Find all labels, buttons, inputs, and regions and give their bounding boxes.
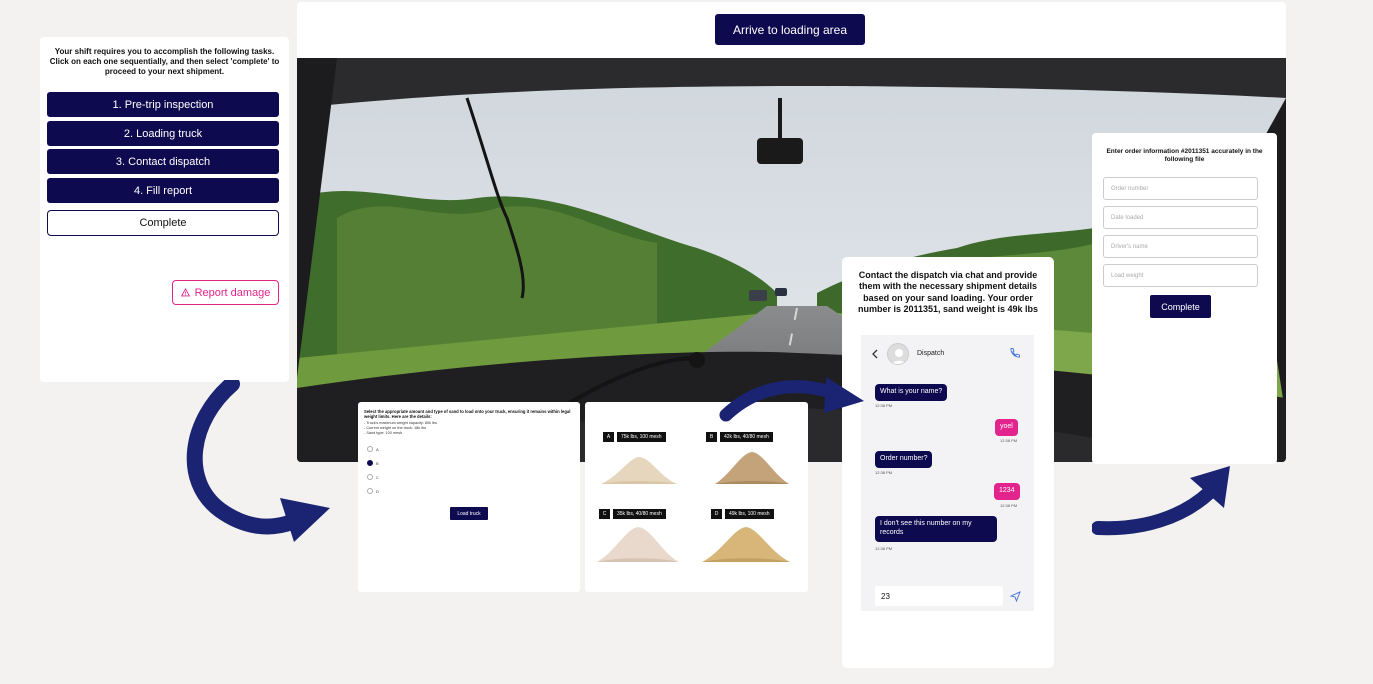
chat-contact-name: Dispatch xyxy=(917,350,945,357)
message-time: 12:38 PM xyxy=(1000,438,1018,443)
task-fill-report-button[interactable]: 4. Fill report xyxy=(47,178,279,203)
radio-option-c[interactable]: C xyxy=(367,474,379,480)
warning-icon xyxy=(180,288,190,297)
radio-option-b[interactable]: B xyxy=(367,460,379,466)
option-letter: B xyxy=(706,432,717,442)
order-form-title: Enter order information #2011351 accurat… xyxy=(1106,148,1263,164)
radio-label: A xyxy=(376,446,379,452)
chat-window: Dispatch What is your name? 12:38 PM yoe… xyxy=(861,335,1034,611)
message-time: 12:38 PM xyxy=(1000,503,1018,508)
chat-message-incoming: Order number? xyxy=(875,451,933,468)
radio-option-a[interactable]: A xyxy=(367,446,379,452)
sand-pile-b-image[interactable] xyxy=(713,450,791,486)
flow-arrow-icon xyxy=(719,377,864,422)
load-truck-button[interactable]: Load truck xyxy=(450,507,488,520)
report-damage-button[interactable]: Report damage xyxy=(172,280,279,305)
option-letter: C xyxy=(599,509,610,519)
option-description: 75k lbs, 100 mesh xyxy=(617,432,666,442)
send-icon[interactable] xyxy=(1010,591,1021,602)
back-chevron-icon[interactable] xyxy=(871,349,879,359)
date-loaded-field[interactable]: Date loaded xyxy=(1103,206,1258,229)
complete-button[interactable]: Complete xyxy=(47,210,279,236)
arrive-to-loading-area-button[interactable]: Arrive to loading area xyxy=(715,14,865,45)
sand-pile-d-image[interactable] xyxy=(700,524,792,564)
radio-button-selected[interactable] xyxy=(367,460,373,466)
radio-label: C xyxy=(376,474,379,480)
phone-icon[interactable] xyxy=(1009,347,1021,359)
sand-detail-line: - Sand type: 100 mesh xyxy=(364,430,403,435)
chat-message-incoming: I don't see this number on my records xyxy=(875,516,997,542)
radio-button[interactable] xyxy=(367,446,373,452)
drivers-name-field[interactable]: Driver's name xyxy=(1103,235,1258,258)
radio-button[interactable] xyxy=(367,488,373,494)
sand-selection-panel: Select the appropriate amount and type o… xyxy=(358,402,580,592)
sand-pile-c-image[interactable] xyxy=(595,524,681,564)
chat-message-input[interactable]: 23 xyxy=(875,586,1003,606)
sand-instructions: Select the appropriate amount and type o… xyxy=(364,409,571,420)
chat-message-incoming: What is your name? xyxy=(875,384,948,401)
radio-button[interactable] xyxy=(367,474,373,480)
option-letter: D xyxy=(711,509,722,519)
flow-arrow-icon xyxy=(1092,466,1230,536)
option-description: 35k lbs, 40/80 mesh xyxy=(613,509,666,519)
option-letter: A xyxy=(603,432,614,442)
order-number-field[interactable]: Order number xyxy=(1103,177,1258,200)
sand-pile-a-image[interactable] xyxy=(599,454,679,486)
message-time: 12:38 PM xyxy=(875,403,893,408)
order-form-panel: Enter order information #2011351 accurat… xyxy=(1092,133,1277,464)
order-complete-button[interactable]: Complete xyxy=(1150,295,1211,318)
sand-option-a-label: A 75k lbs, 100 mesh xyxy=(603,432,666,442)
sand-details: - Truck's maximum weight capacity: 80k l… xyxy=(358,420,580,436)
sand-option-c-label: C 35k lbs, 40/80 mesh xyxy=(599,509,666,519)
radio-label: B xyxy=(376,460,379,466)
task-intro: Your shift requires you to accomplish th… xyxy=(49,47,280,76)
task-contact-dispatch-button[interactable]: 3. Contact dispatch xyxy=(47,149,279,174)
avatar xyxy=(887,342,909,365)
chat-message-outgoing: 1234 xyxy=(994,483,1020,500)
dispatch-chat-panel: Contact the dispatch via chat and provid… xyxy=(842,257,1054,668)
task-loading-truck-button[interactable]: 2. Loading truck xyxy=(47,121,279,146)
user-icon xyxy=(892,348,906,364)
sand-option-d-label: D 49k lbs, 100 mesh xyxy=(711,509,774,519)
message-time: 12:38 PM xyxy=(875,546,893,551)
task-panel: Your shift requires you to accomplish th… xyxy=(40,37,289,382)
chat-instructions: Contact the dispatch via chat and provid… xyxy=(857,270,1039,314)
load-weight-field[interactable]: Load weight xyxy=(1103,264,1258,287)
flow-arrow-icon xyxy=(186,380,330,542)
chat-message-outgoing: yoel xyxy=(995,419,1018,436)
message-time: 12:38 PM xyxy=(875,470,893,475)
option-description: 49k lbs, 100 mesh xyxy=(725,509,774,519)
chat-header: Dispatch xyxy=(861,335,1034,372)
radio-label: D xyxy=(376,488,379,494)
radio-option-d[interactable]: D xyxy=(367,488,379,494)
report-damage-label: Report damage xyxy=(194,286,271,299)
task-pre-trip-inspection-button[interactable]: 1. Pre-trip inspection xyxy=(47,92,279,117)
